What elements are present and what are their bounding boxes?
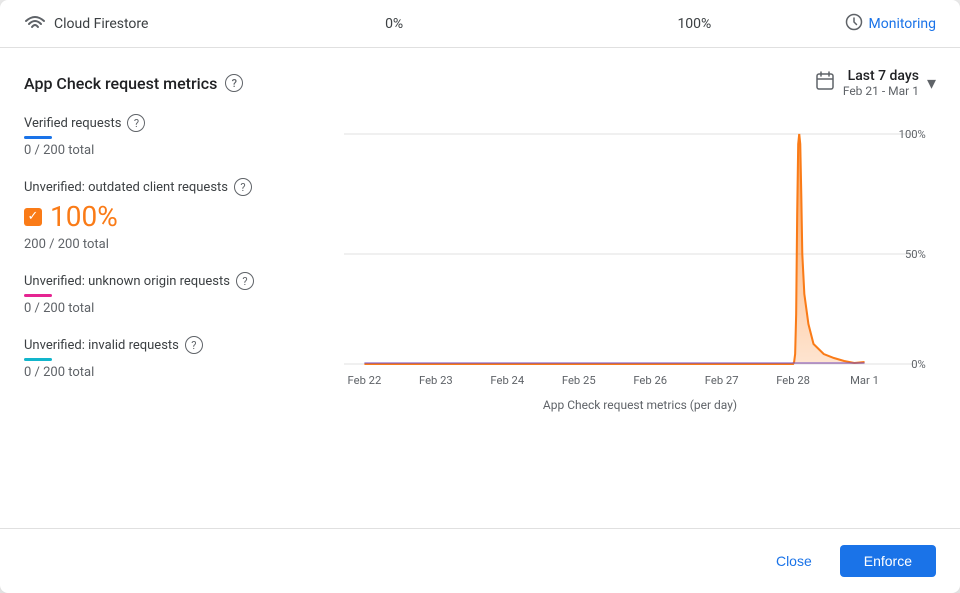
svg-text:0%: 0% — [911, 358, 926, 371]
monitoring-link[interactable]: Monitoring — [845, 13, 937, 35]
enforce-button[interactable]: Enforce — [840, 545, 936, 577]
date-range-text: Last 7 days Feb 21 - Mar 1 — [843, 68, 919, 98]
svg-text:Feb 22: Feb 22 — [348, 374, 382, 387]
metric-total-outdated: 200 / 200 total — [24, 237, 328, 252]
metric-label-invalid: Unverified: invalid requests ? — [24, 336, 328, 354]
svg-text:Feb 23: Feb 23 — [419, 374, 453, 387]
chart-svg-area: 100% 50% 0% Feb 22 Feb 23 Feb 24 Feb 25 … — [344, 114, 936, 394]
svg-text:Feb 25: Feb 25 — [562, 374, 596, 387]
date-range-main: Last 7 days — [848, 68, 919, 84]
svg-text:Mar 1: Mar 1 — [850, 374, 879, 387]
svg-text:Feb 27: Feb 27 — [705, 374, 739, 387]
metrics-title-area: App Check request metrics ? — [24, 74, 243, 93]
metric-item-outdated: Unverified: outdated client requests ? ✓… — [24, 178, 328, 252]
svg-text:Feb 24: Feb 24 — [490, 374, 524, 387]
chart-area: 100% 50% 0% Feb 22 Feb 23 Feb 24 Feb 25 … — [344, 114, 936, 520]
svg-text:Feb 26: Feb 26 — [633, 374, 667, 387]
chart-container: 100% 50% 0% Feb 22 Feb 23 Feb 24 Feb 25 … — [344, 114, 936, 520]
firestore-icon — [24, 12, 46, 35]
metrics-body: Verified requests ? 0 / 200 total Unveri… — [24, 114, 936, 520]
percent-100: 100% — [544, 16, 844, 32]
service-name: Cloud Firestore — [54, 16, 148, 32]
metric-help-unknown[interactable]: ? — [236, 272, 254, 290]
chevron-down-icon: ▾ — [927, 73, 936, 94]
metric-help-invalid[interactable]: ? — [185, 336, 203, 354]
metric-total-verified: 0 / 200 total — [24, 143, 328, 158]
clock-icon — [845, 13, 863, 35]
percent-0: 0% — [244, 16, 544, 32]
date-range-selector[interactable]: Last 7 days Feb 21 - Mar 1 ▾ — [815, 68, 936, 98]
top-bar: Cloud Firestore 0% 100% Monitoring — [0, 0, 960, 48]
dialog: Cloud Firestore 0% 100% Monitoring App C… — [0, 0, 960, 593]
svg-text:Feb 28: Feb 28 — [776, 374, 810, 387]
date-range-sub: Feb 21 - Mar 1 — [843, 84, 919, 98]
svg-text:50%: 50% — [905, 248, 926, 261]
metric-item-verified: Verified requests ? 0 / 200 total — [24, 114, 328, 158]
metrics-help-icon[interactable]: ? — [225, 74, 243, 92]
metric-label-outdated: Unverified: outdated client requests ? — [24, 178, 328, 196]
metric-item-invalid: Unverified: invalid requests ? 0 / 200 t… — [24, 336, 328, 380]
metric-percent-row: ✓ 100% — [24, 200, 328, 233]
metric-help-verified[interactable]: ? — [127, 114, 145, 132]
metric-item-unknown: Unverified: unknown origin requests ? 0 … — [24, 272, 328, 316]
checkbox-orange: ✓ — [24, 208, 42, 226]
metric-total-unknown: 0 / 200 total — [24, 301, 328, 316]
metric-label-unknown: Unverified: unknown origin requests ? — [24, 272, 328, 290]
metric-line-verified — [24, 136, 52, 139]
close-button[interactable]: Close — [760, 545, 828, 577]
metrics-title-text: App Check request metrics — [24, 74, 217, 93]
metric-percent-value: 100% — [50, 200, 118, 233]
service-info: Cloud Firestore — [24, 12, 244, 35]
chart-x-label: App Check request metrics (per day) — [344, 398, 936, 412]
monitoring-label: Monitoring — [869, 16, 937, 32]
calendar-icon — [815, 71, 835, 96]
chart-svg: 100% 50% 0% Feb 22 Feb 23 Feb 24 Feb 25 … — [344, 114, 936, 394]
metrics-header: App Check request metrics ? Last 7 days … — [24, 68, 936, 98]
footer: Close Enforce — [0, 528, 960, 593]
checkmark-icon: ✓ — [28, 209, 39, 224]
metric-line-unknown — [24, 294, 52, 297]
metric-total-invalid: 0 / 200 total — [24, 365, 328, 380]
main-content: App Check request metrics ? Last 7 days … — [0, 48, 960, 520]
metric-label-verified: Verified requests ? — [24, 114, 328, 132]
metric-line-invalid — [24, 358, 52, 361]
metrics-list: Verified requests ? 0 / 200 total Unveri… — [24, 114, 344, 520]
metric-help-outdated[interactable]: ? — [234, 178, 252, 196]
svg-text:100%: 100% — [899, 128, 926, 141]
